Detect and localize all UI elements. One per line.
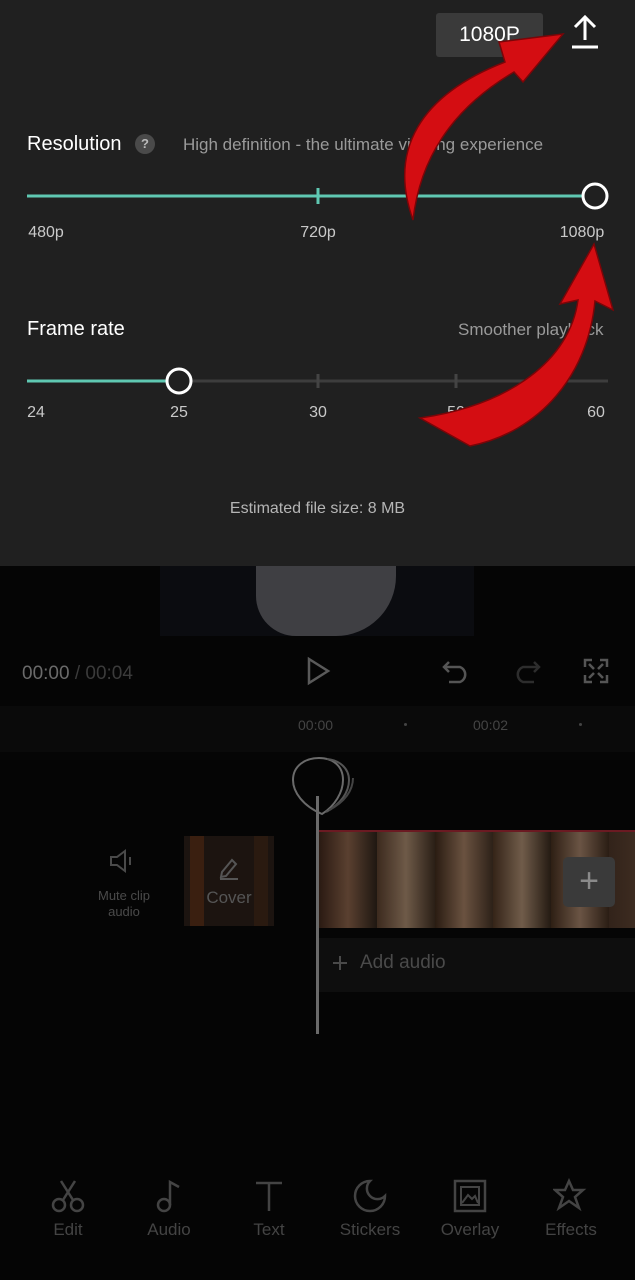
estimated-file-size: Estimated file size: 8 MB — [229, 500, 406, 517]
resolution-description: High definition - the ultimate viewing e… — [183, 135, 544, 154]
speaker-icon — [110, 849, 131, 873]
effects-star-icon — [553, 1178, 587, 1212]
keyframe-marker-icon — [291, 756, 354, 816]
toolbar-edit[interactable]: Edit — [23, 1178, 113, 1240]
play-icon[interactable] — [304, 656, 332, 686]
pencil-icon — [219, 858, 238, 880]
toolbar-effects[interactable]: Effects — [526, 1178, 616, 1240]
ruler-dot — [579, 723, 582, 726]
frame-rate-tick-50: 50 — [447, 404, 465, 421]
music-note-icon — [156, 1179, 180, 1213]
video-frame — [377, 832, 435, 928]
frame-rate-tick-25: 25 — [170, 404, 188, 421]
toolbar-overlay[interactable]: Overlay — [425, 1178, 515, 1240]
ruler-label-0: 00:00 — [298, 717, 334, 733]
export-settings-panel: 1080P Resolution ? High definition - the… — [0, 0, 635, 566]
frame-rate-tick-30: 30 — [309, 404, 327, 421]
sticker-icon — [353, 1179, 387, 1213]
help-icon[interactable]: ? — [135, 134, 155, 154]
video-frame — [493, 832, 551, 928]
toolbar-text-label: Text — [253, 1220, 285, 1239]
overlay-icon — [453, 1179, 487, 1213]
video-editor-background: 00:00 / 00:04 00:00 00:02 Mute clip audi… — [0, 566, 635, 1280]
cover-thumbnail — [184, 836, 274, 926]
frame-rate-tick-24: 24 — [27, 404, 45, 421]
frame-rate-description: Smoother playback — [458, 320, 604, 339]
ruler-dot — [404, 723, 407, 726]
add-audio-label: Add audio — [360, 952, 446, 973]
scissors-icon — [51, 1180, 85, 1213]
total-time: 00:04 — [85, 663, 133, 684]
toolbar-effects-label: Effects — [545, 1220, 597, 1239]
bottom-toolbar: Edit Audio Text Stickers Overlay Effects — [0, 1178, 635, 1258]
mute-clip-audio-label: Mute clip audio — [97, 888, 151, 919]
resolution-tick-480p: 480p — [28, 224, 64, 241]
time-display: 00:00 / 00:04 — [22, 663, 133, 685]
ruler-label-1: 00:02 — [473, 717, 509, 733]
timeline-ruler[interactable]: 00:00 00:02 — [0, 706, 635, 752]
resolution-label: Resolution — [27, 133, 122, 155]
playhead[interactable] — [316, 796, 319, 1034]
toolbar-edit-label: Edit — [53, 1220, 83, 1239]
video-frame — [319, 832, 377, 928]
toolbar-text[interactable]: Text — [224, 1178, 314, 1240]
resolution-tick-720p: 720p — [300, 224, 336, 241]
frame-rate-label: Frame rate — [27, 318, 125, 340]
toolbar-audio[interactable]: Audio — [124, 1178, 214, 1240]
frame-rate-slider[interactable] — [0, 361, 635, 401]
undo-icon[interactable] — [441, 658, 471, 684]
resolution-badge[interactable]: 1080P — [436, 13, 543, 57]
video-frame — [435, 832, 493, 928]
resolution-slider-thumb — [581, 182, 609, 210]
current-time: 00:00 — [22, 663, 70, 684]
toolbar-stickers-label: Stickers — [339, 1220, 401, 1239]
add-clip-button[interactable]: + — [563, 857, 615, 907]
cover-label: Cover — [206, 888, 252, 907]
time-separator: / — [69, 663, 86, 684]
frame-rate-tick-60: 60 — [587, 404, 605, 421]
toolbar-stickers[interactable]: Stickers — [325, 1178, 415, 1240]
resolution-tick-1080p: 1080p — [559, 224, 605, 241]
resolution-slider[interactable] — [0, 176, 635, 216]
toolbar-overlay-label: Overlay — [440, 1220, 500, 1239]
redo-icon[interactable] — [512, 658, 542, 684]
video-preview — [160, 566, 474, 636]
upload-icon[interactable] — [568, 14, 602, 50]
fullscreen-icon[interactable] — [582, 657, 610, 685]
plus-icon — [333, 956, 347, 970]
text-icon — [256, 1181, 282, 1211]
toolbar-audio-label: Audio — [147, 1220, 191, 1239]
frame-rate-slider-thumb — [165, 367, 193, 395]
